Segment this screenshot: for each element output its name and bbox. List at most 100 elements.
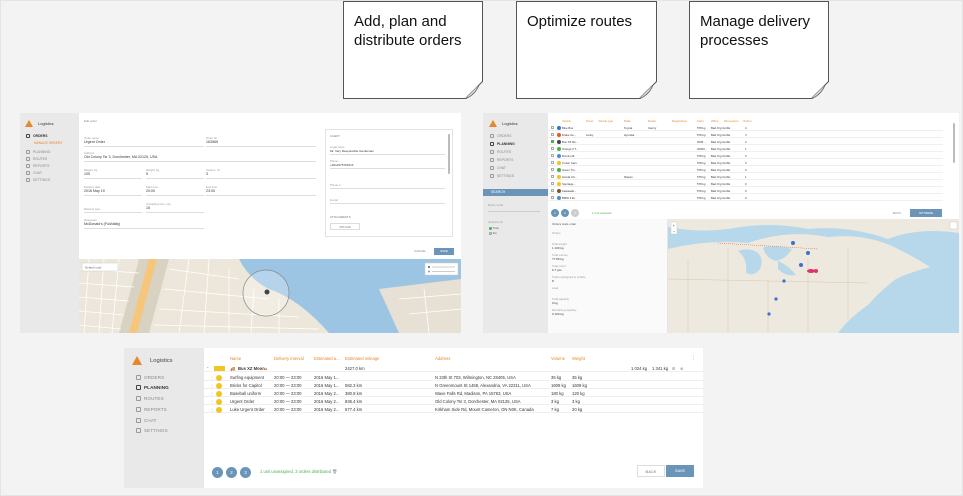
requester-input[interactable]: McDonald's (Full/daily)	[84, 222, 120, 226]
column-header[interactable]: Estimated a...	[314, 356, 340, 361]
nav-reports[interactable]: REPORTS	[136, 407, 167, 412]
page-3-button[interactable]: 3	[571, 209, 579, 217]
nav-chat[interactable]: CHAT	[136, 418, 157, 423]
table-row[interactable]: ⋮ Baseball uniform 20:00 — 23:00 2016 May 2…	[204, 389, 703, 397]
table-row[interactable]: Domino B... 578 kg Bad Org GmbH 0	[548, 153, 943, 159]
order-name-input[interactable]: Urgent Order	[84, 140, 105, 144]
table-row[interactable]: Bus XZ Mo... 2535... Bad Org GmbH 2	[548, 139, 943, 145]
delivery-date-input[interactable]: 2016 May 19	[84, 189, 105, 193]
unloading-time-input[interactable]: 15	[146, 206, 150, 210]
scrollbar[interactable]	[953, 123, 955, 163]
page-2-button[interactable]: 2	[226, 467, 237, 478]
phone-input[interactable]: +4912375701913	[330, 163, 353, 167]
nav-settings[interactable]: SETTINGS	[136, 428, 168, 433]
legal-name-input[interactable]: Mr. Very Responsible Gentleman	[330, 149, 374, 153]
nav-orders[interactable]: ORDERS	[490, 134, 512, 138]
address-input[interactable]: Old Colony Tsr 3, Dorchester, MA 02125, …	[84, 155, 157, 159]
trash-icon[interactable]: 🗑	[332, 469, 337, 474]
weight2-input[interactable]: 5	[146, 172, 148, 176]
delete-icon[interactable]: ⊗	[680, 366, 684, 371]
more-options-icon[interactable]: ⋮	[691, 355, 696, 361]
nav-planning[interactable]: PLANNING	[136, 385, 169, 390]
table-row[interactable]: Green Tru... 578 kg Bad Org GmbH 0	[548, 167, 943, 173]
upload-button[interactable]: UPLOAD	[330, 223, 360, 230]
checkbox[interactable]	[551, 147, 554, 150]
save-button[interactable]: SAVE	[434, 248, 454, 255]
column-header[interactable]: Address	[435, 356, 450, 361]
weight-input[interactable]: 105	[84, 172, 90, 176]
table-row[interactable]: Honda Civ... Nissan 578 kg Bad Org GmbH 1	[548, 174, 943, 180]
table-row[interactable]: Kawasaki... 578 kg Bad Org GmbH 0	[548, 188, 943, 194]
drag-handle-icon[interactable]: ⋮	[210, 383, 214, 388]
column-header[interactable]: Dimensions	[724, 119, 739, 123]
checkbox[interactable]	[551, 154, 554, 157]
nav-chat[interactable]: CHAT	[490, 166, 506, 170]
column-header[interactable]: Volume	[551, 356, 565, 361]
nav-routes[interactable]: ROUTES	[26, 157, 47, 161]
column-header[interactable]: Model	[648, 119, 656, 123]
column-header[interactable]: Driver	[586, 119, 593, 123]
table-row[interactable]: ⋮ Surfing equipment 20:00 — 23:00 2016 May …	[204, 373, 703, 381]
nav-settings[interactable]: SETTINGS	[26, 178, 50, 182]
route-map[interactable]: + −	[668, 219, 959, 333]
column-header[interactable]: Make	[624, 119, 631, 123]
column-header[interactable]: Carry	[697, 119, 704, 123]
checkbox[interactable]	[551, 133, 554, 136]
checkbox[interactable]	[551, 189, 554, 192]
column-header[interactable]: Delivery interval	[274, 356, 304, 361]
nav-routes[interactable]: ROUTES	[490, 150, 511, 154]
nav-reports[interactable]: REPORTS	[26, 164, 49, 168]
table-row[interactable]: ⋮ Bricks for Capitol 20:00 — 23:00 2016 May…	[204, 381, 703, 389]
checkbox[interactable]	[551, 168, 554, 171]
table-row[interactable]: ⋮ Luke Urgent Order 20:00 — 23:00 2016 May …	[204, 405, 703, 413]
column-header[interactable]: Vehicle type	[598, 119, 613, 123]
nav-settings[interactable]: SETTINGS	[490, 174, 514, 178]
nav-reports[interactable]: REPORTS	[490, 158, 513, 162]
checkbox[interactable]	[551, 140, 554, 143]
column-header[interactable]: Name	[230, 356, 241, 361]
column-header[interactable]: Registration	[672, 119, 687, 123]
vehicle-group-row[interactable]: ⌃ 🚚 Bus XZ Moon ▲ 2427.0 km 1 024 kg 1 3…	[204, 364, 703, 372]
page-1-button[interactable]: 1	[551, 209, 559, 217]
order-map[interactable]: Default road	[79, 259, 461, 333]
cancel-button[interactable]: CANCEL	[414, 248, 426, 255]
page-2-button[interactable]: 2	[561, 209, 569, 217]
column-header[interactable]: Office	[711, 119, 718, 123]
table-row[interactable]: Blue Bus Toyota Camry 578 kg Bad Org GmbH 4	[548, 125, 943, 131]
drag-handle-icon[interactable]: ⋮	[210, 391, 214, 396]
end-time-input[interactable]: 23:00	[206, 189, 215, 193]
checkbox[interactable]	[551, 175, 554, 178]
order-id-input[interactable]: 163565	[206, 140, 218, 144]
table-row[interactable]: Drake Go... Lucky Hyundai 578 kg Bad Org Gmb…	[548, 132, 943, 138]
optimize-button[interactable]: OPTIMIZE	[910, 209, 942, 217]
assign-icon[interactable]: ⊞	[672, 366, 676, 371]
table-row[interactable]: Crown Cars 578 kg Bad Org GmbH 0	[548, 160, 943, 166]
back-button[interactable]: BACK	[637, 465, 665, 477]
table-row[interactable]: ⋮ Urgent Order 20:00 — 23:00 2016 May 2... 8…	[204, 397, 703, 405]
page-1-button[interactable]: 1	[212, 467, 223, 478]
nav-routes[interactable]: ROUTES	[136, 396, 164, 401]
checkbox[interactable]	[551, 126, 554, 129]
option-km[interactable]: Km	[489, 231, 497, 235]
drag-handle-icon[interactable]: ⋮	[210, 407, 214, 412]
nav-orders[interactable]: ORDERS	[136, 375, 164, 380]
nav-planning[interactable]: PLANNING	[490, 142, 515, 146]
option-time[interactable]: Time	[489, 226, 499, 230]
nav-orders[interactable]: ORDERS	[26, 134, 48, 138]
table-row[interactable]: Orange 9 T... 20000... Bad Org GmbH 1	[548, 146, 943, 152]
nav-sub-manage-orders[interactable]: MANAGE ORDERS	[34, 141, 62, 145]
column-header[interactable]: Estimated mileage	[345, 356, 379, 361]
start-time-input[interactable]: 20:00	[146, 189, 155, 193]
table-row[interactable]: Sportage... 578 kg Bad Org GmbH 0	[548, 181, 943, 187]
nav-chat[interactable]: CHAT	[26, 171, 42, 175]
checkbox[interactable]	[551, 161, 554, 164]
column-header[interactable]: Vehicle	[562, 119, 571, 123]
back-button[interactable]: BACK	[893, 209, 901, 217]
save-button[interactable]: SAVE	[666, 465, 694, 477]
checkbox[interactable]	[551, 182, 554, 185]
page-3-button[interactable]: 3	[240, 467, 251, 478]
scrollbar[interactable]	[448, 134, 450, 174]
drag-handle-icon[interactable]: ⋮	[210, 375, 214, 380]
search-button[interactable]: SEARCH	[483, 189, 548, 196]
column-header[interactable]: Orders	[743, 119, 752, 123]
